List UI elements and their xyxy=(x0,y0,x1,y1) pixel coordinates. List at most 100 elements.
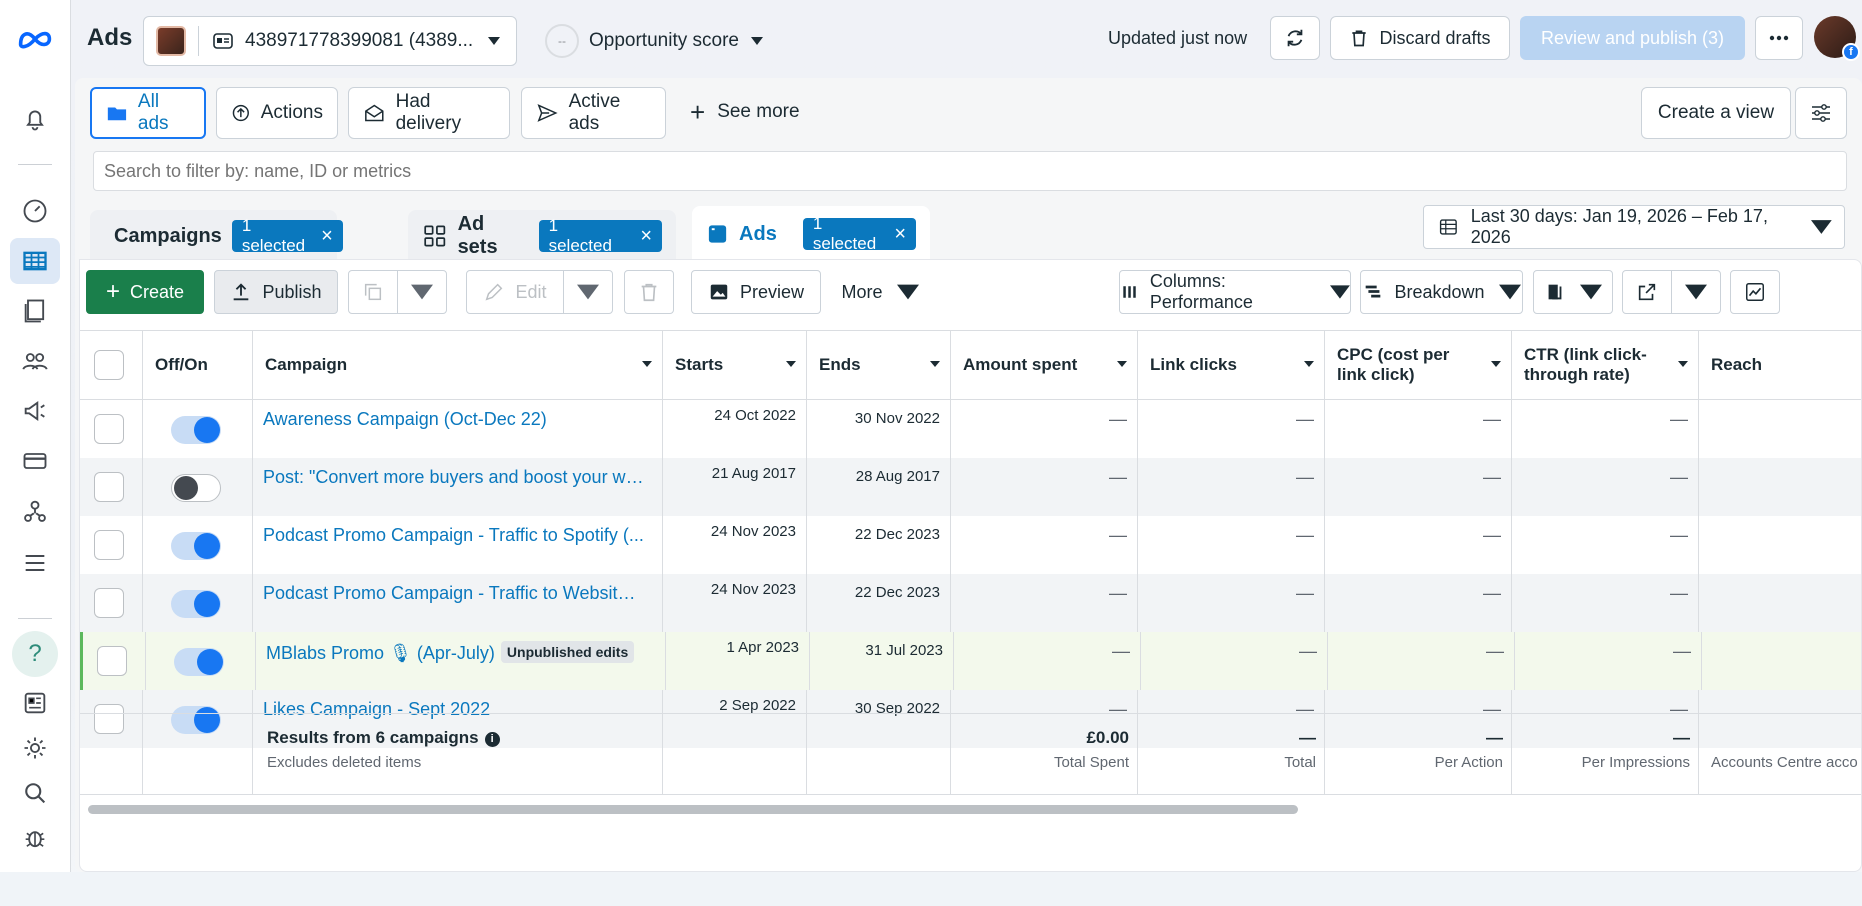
campaigns-selected-chip[interactable]: 1 selected × xyxy=(231,216,343,255)
header-ctr[interactable]: CTR (link click-through rate) xyxy=(1512,331,1699,399)
row-select-cell xyxy=(80,574,143,632)
publish-button[interactable]: Publish xyxy=(214,270,338,314)
search-icon[interactable] xyxy=(10,770,60,816)
export-button[interactable] xyxy=(1622,270,1672,314)
header-off-on[interactable]: Off/On xyxy=(143,331,253,399)
create-button[interactable]: + Create xyxy=(86,270,204,314)
campaign-megaphone-icon[interactable] xyxy=(10,388,60,434)
opportunity-score[interactable]: -- Opportunity score xyxy=(545,24,763,58)
duplicate-dropdown-button[interactable] xyxy=(397,270,447,314)
horizontal-scrollbar[interactable] xyxy=(88,805,1298,814)
sort-caret-icon[interactable] xyxy=(1491,361,1501,367)
on-off-toggle[interactable] xyxy=(171,532,221,560)
sort-caret-icon[interactable] xyxy=(930,361,940,367)
more-actions-button[interactable]: More xyxy=(833,270,927,314)
select-all-checkbox[interactable] xyxy=(94,350,124,380)
table-row[interactable]: Podcast Promo Campaign - Traffic to Webs… xyxy=(80,574,1861,632)
billing-card-icon[interactable] xyxy=(10,438,60,484)
row-checkbox[interactable] xyxy=(94,414,124,444)
sort-caret-icon[interactable] xyxy=(786,361,796,367)
on-off-toggle[interactable] xyxy=(171,590,221,618)
close-icon[interactable]: × xyxy=(640,225,652,248)
row-cpc-cell: — xyxy=(1325,458,1512,516)
edit-dropdown-button[interactable] xyxy=(563,270,613,314)
search-input[interactable] xyxy=(93,151,1847,191)
notifications-bell-icon[interactable] xyxy=(10,96,60,142)
export-dropdown-button[interactable] xyxy=(1671,270,1721,314)
toggle-knob xyxy=(194,591,220,617)
campaign-name-link[interactable]: MBlabs Promo 🎙 (Apr-July) Unpublished edi… xyxy=(266,641,635,664)
dashboard-gauge-icon[interactable] xyxy=(10,188,60,234)
discard-drafts-button[interactable]: Discard drafts xyxy=(1330,16,1510,60)
pages-icon[interactable] xyxy=(10,288,60,334)
columns-button[interactable]: Columns: Performance xyxy=(1119,270,1351,314)
duplicate-button[interactable] xyxy=(348,270,398,314)
ad-sets-selected-chip[interactable]: 1 selected × xyxy=(538,216,662,255)
see-more-button[interactable]: + See more xyxy=(690,99,800,125)
edit-button[interactable]: Edit xyxy=(466,270,564,314)
news-feed-icon[interactable] xyxy=(10,680,60,726)
close-icon[interactable]: × xyxy=(321,225,333,248)
on-off-toggle[interactable] xyxy=(171,474,221,502)
table-row[interactable]: Post: "Convert more buyers and boost you… xyxy=(80,458,1861,516)
campaign-name-link[interactable]: Awareness Campaign (Oct-Dec 22) xyxy=(263,409,547,430)
chevron-down-icon xyxy=(896,284,919,300)
ads-selected-chip[interactable]: 1 selected × xyxy=(802,214,916,253)
on-off-toggle[interactable] xyxy=(171,416,221,444)
header-ends[interactable]: Ends xyxy=(807,331,951,399)
header-campaign[interactable]: Campaign xyxy=(253,331,663,399)
row-clicks-cell: — xyxy=(1138,458,1325,516)
filter-all-ads[interactable]: All ads xyxy=(90,87,206,139)
account-selector[interactable]: 438971778399081 (4389... xyxy=(143,16,517,66)
view-settings-button[interactable] xyxy=(1795,87,1847,139)
business-network-icon[interactable] xyxy=(10,488,60,534)
table-row[interactable]: Awareness Campaign (Oct-Dec 22) 24 Oct 20… xyxy=(80,400,1861,458)
table-row[interactable]: Podcast Promo Campaign - Traffic to Spot… xyxy=(80,516,1861,574)
info-icon[interactable]: i xyxy=(484,731,500,747)
meta-logo-icon[interactable] xyxy=(10,16,60,62)
filter-actions[interactable]: Actions xyxy=(216,87,338,139)
sort-caret-icon[interactable] xyxy=(642,361,652,367)
row-checkbox[interactable] xyxy=(97,646,127,676)
campaign-name-link[interactable]: Post: "Convert more buyers and boost you… xyxy=(263,467,645,488)
header-amount-spent[interactable]: Amount spent xyxy=(951,331,1138,399)
on-off-toggle[interactable] xyxy=(174,648,224,676)
breakdown-button[interactable]: Breakdown xyxy=(1360,270,1523,314)
sort-caret-icon[interactable] xyxy=(1678,361,1688,367)
header-cpc[interactable]: CPC (cost per link click) xyxy=(1325,331,1512,399)
campaign-name-link[interactable]: Podcast Promo Campaign - Traffic to Spot… xyxy=(263,525,644,546)
refresh-icon xyxy=(1287,29,1303,47)
ads-manager-table-icon[interactable] xyxy=(10,238,60,284)
tab-ad-sets[interactable]: Ad sets 1 selected × xyxy=(408,210,676,262)
menu-hamburger-icon[interactable] xyxy=(10,540,60,586)
refresh-button[interactable] xyxy=(1270,16,1320,60)
header-starts[interactable]: Starts xyxy=(663,331,807,399)
tab-campaigns[interactable]: Campaigns 1 selected × xyxy=(90,210,343,262)
header-reach[interactable]: Reach xyxy=(1699,331,1861,399)
header-link-clicks[interactable]: Link clicks xyxy=(1138,331,1325,399)
filter-active-ads[interactable]: Active ads xyxy=(521,87,666,139)
tab-ads[interactable]: Ads 1 selected × xyxy=(692,206,930,262)
sort-caret-icon[interactable] xyxy=(1304,361,1314,367)
more-options-button[interactable] xyxy=(1755,16,1803,60)
help-question-icon[interactable]: ? xyxy=(12,631,58,677)
preview-button[interactable]: Preview xyxy=(691,270,821,314)
charts-button[interactable] xyxy=(1730,270,1780,314)
settings-gear-icon[interactable] xyxy=(10,725,60,771)
table-row[interactable]: MBlabs Promo 🎙 (Apr-July) Unpublished edi… xyxy=(80,632,1861,690)
row-checkbox[interactable] xyxy=(94,472,124,502)
profile-avatar[interactable]: f xyxy=(1814,16,1860,61)
report-bug-icon[interactable] xyxy=(10,815,60,861)
reports-button[interactable] xyxy=(1533,270,1613,314)
review-and-publish-button[interactable]: Review and publish (3) xyxy=(1520,16,1745,60)
campaign-name-link[interactable]: Podcast Promo Campaign - Traffic to Webs… xyxy=(263,583,645,604)
audiences-icon[interactable] xyxy=(10,338,60,384)
delete-button[interactable] xyxy=(624,270,674,314)
create-view-button[interactable]: Create a view xyxy=(1641,87,1791,139)
row-checkbox[interactable] xyxy=(94,530,124,560)
sort-caret-icon[interactable] xyxy=(1117,361,1127,367)
row-checkbox[interactable] xyxy=(94,588,124,618)
date-range-picker[interactable]: Last 30 days: Jan 19, 2026 – Feb 17, 202… xyxy=(1423,205,1845,249)
filter-had-delivery[interactable]: Had delivery xyxy=(348,87,510,139)
close-icon[interactable]: × xyxy=(894,223,906,246)
